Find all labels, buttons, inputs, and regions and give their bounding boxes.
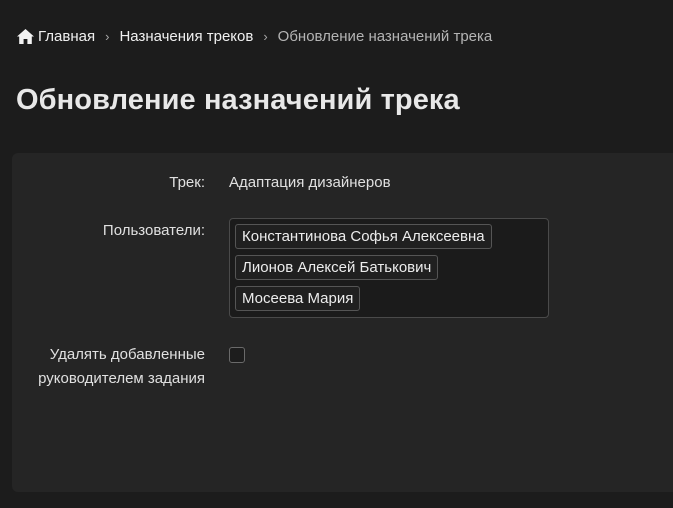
- delete-tasks-checkbox[interactable]: [229, 347, 245, 363]
- home-icon[interactable]: [16, 28, 35, 45]
- breadcrumb-separator: ›: [105, 28, 110, 44]
- delete-tasks-label: Удалять добавленные руководителем задани…: [38, 346, 205, 387]
- breadcrumb: Главная › Назначения треков › Обновление…: [16, 26, 492, 46]
- track-value: Адаптация дизайнеров: [229, 174, 391, 191]
- breadcrumb-track-assignments-link[interactable]: Назначения треков: [119, 28, 253, 45]
- form-card: [12, 153, 673, 492]
- breadcrumb-home-link[interactable]: Главная: [38, 28, 95, 45]
- breadcrumb-separator: ›: [263, 28, 268, 44]
- track-label: Трек:: [169, 174, 205, 191]
- page-title: Обновление назначений трека: [16, 84, 460, 116]
- user-chip[interactable]: Мосеева Мария: [235, 286, 361, 311]
- user-chip[interactable]: Константинова Софья Алексеевна: [235, 224, 492, 249]
- user-chip[interactable]: Лионов Алексей Батькович: [235, 255, 439, 280]
- users-label: Пользователи:: [102, 222, 205, 239]
- breadcrumb-current: Обновление назначений трека: [277, 27, 493, 45]
- users-multiselect[interactable]: Константинова Софья Алексеевна Лионов Ал…: [229, 218, 549, 318]
